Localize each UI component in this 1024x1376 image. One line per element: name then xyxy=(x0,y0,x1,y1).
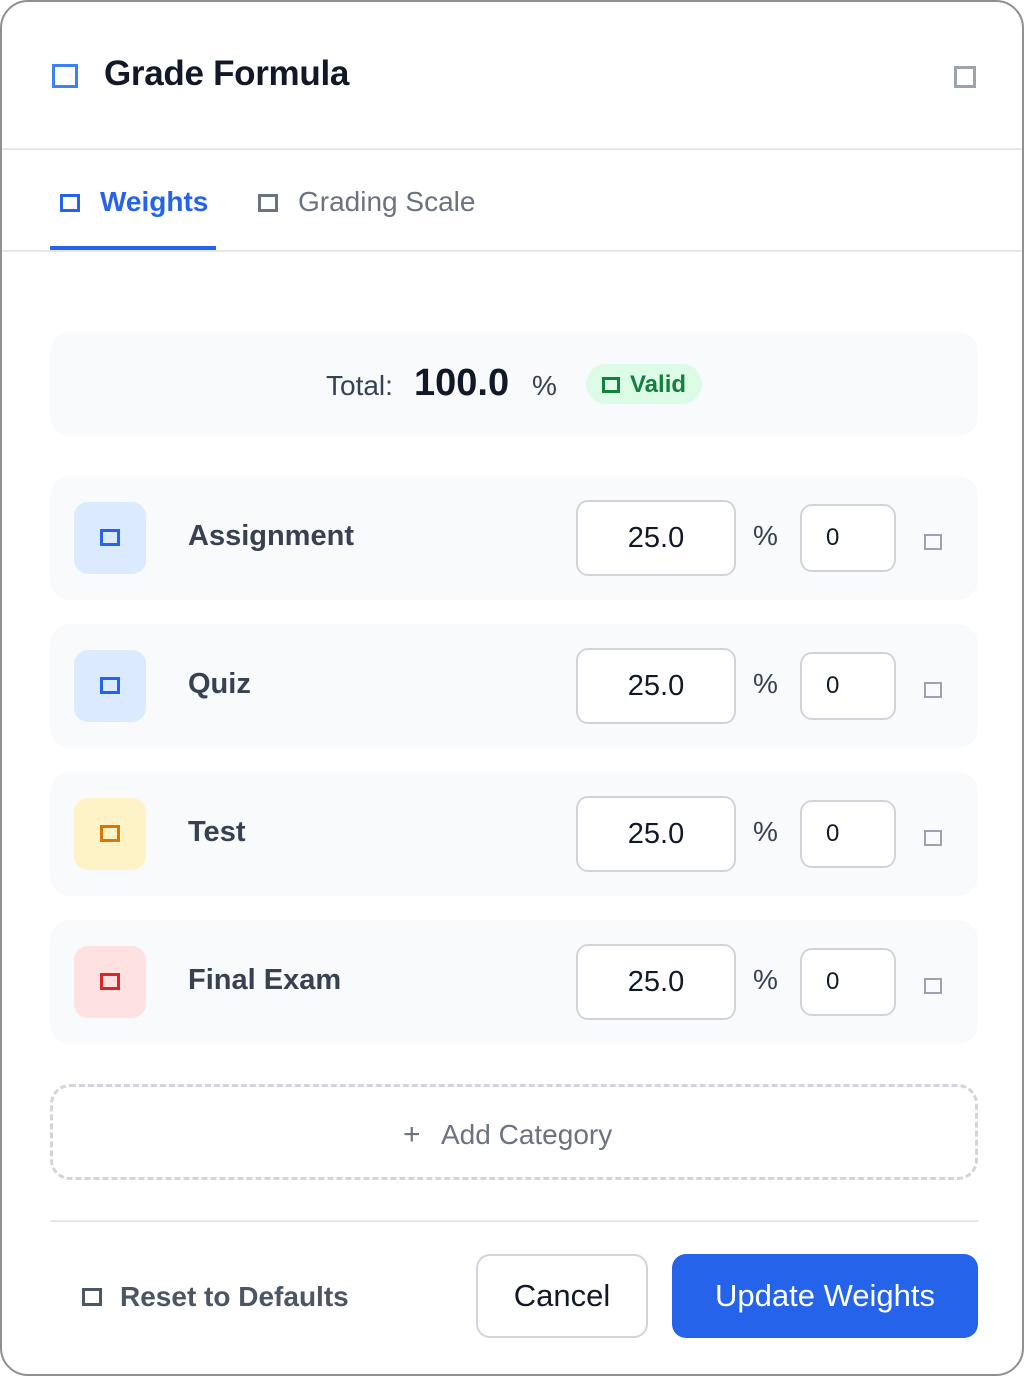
weight-input[interactable] xyxy=(576,944,736,1020)
category-row: Test % xyxy=(50,772,978,896)
tab-grading-scale-label: Grading Scale xyxy=(298,186,476,217)
footer-divider xyxy=(50,1220,978,1222)
category-name: Test xyxy=(188,816,246,848)
delete-icon[interactable] xyxy=(924,830,942,846)
tab-bar: Weights Grading Scale xyxy=(2,152,1022,252)
cancel-button[interactable]: Cancel xyxy=(476,1254,648,1338)
category-swatch xyxy=(74,798,146,870)
category-name: Quiz xyxy=(188,668,251,700)
plus-icon: + xyxy=(403,1118,421,1151)
close-icon[interactable] xyxy=(954,66,976,88)
reset-label: Reset to Defaults xyxy=(120,1281,349,1312)
percent-label: % xyxy=(753,520,778,551)
category-name: Final Exam xyxy=(188,964,342,996)
tab-weights[interactable]: Weights xyxy=(50,152,216,250)
tab-weights-label: Weights xyxy=(100,186,209,217)
percent-label: % xyxy=(753,816,778,847)
category-swatch xyxy=(74,650,146,722)
dialog-title: Grade Formula xyxy=(104,54,350,93)
delete-icon[interactable] xyxy=(924,682,942,698)
dialog-header: Grade Formula xyxy=(2,2,1022,150)
formula-icon xyxy=(52,64,78,88)
category-swatch xyxy=(74,502,146,574)
grade-formula-dialog: Grade Formula Weights Grading Scale Tota… xyxy=(0,0,1024,1376)
drop-lowest-input[interactable] xyxy=(800,652,896,720)
total-value: 100.0 xyxy=(414,362,510,404)
total-summary: Total: 100.0 % Valid xyxy=(50,332,978,436)
delete-icon[interactable] xyxy=(924,978,942,994)
check-icon xyxy=(602,377,620,393)
add-category-button[interactable]: + Add Category xyxy=(50,1084,978,1180)
category-swatch xyxy=(74,946,146,1018)
percent-label: % xyxy=(753,668,778,699)
category-icon xyxy=(100,677,120,694)
reset-icon xyxy=(82,1288,102,1306)
delete-icon[interactable] xyxy=(924,534,942,550)
weight-input[interactable] xyxy=(576,796,736,872)
total-label: Total: xyxy=(326,370,393,401)
category-icon xyxy=(100,825,120,842)
status-badge: Valid xyxy=(586,364,702,404)
weight-input[interactable] xyxy=(576,648,736,724)
update-weights-button[interactable]: Update Weights xyxy=(672,1254,978,1338)
category-row: Final Exam % xyxy=(50,920,978,1044)
category-icon xyxy=(100,529,120,546)
reset-defaults-button[interactable]: Reset to Defaults xyxy=(72,1272,362,1322)
status-text: Valid xyxy=(630,371,687,398)
scale-icon xyxy=(60,194,80,212)
category-row: Assignment % xyxy=(50,476,978,600)
drop-lowest-input[interactable] xyxy=(800,800,896,868)
drop-lowest-input[interactable] xyxy=(800,948,896,1016)
list-icon xyxy=(258,194,278,212)
category-name: Assignment xyxy=(188,520,354,552)
tab-grading-scale[interactable]: Grading Scale xyxy=(250,152,500,250)
percent-label: % xyxy=(753,964,778,995)
category-row: Quiz % xyxy=(50,624,978,748)
category-icon xyxy=(100,973,120,990)
add-category-label: Add Category xyxy=(441,1119,613,1150)
total-unit: % xyxy=(532,370,557,401)
weight-input[interactable] xyxy=(576,500,736,576)
drop-lowest-input[interactable] xyxy=(800,504,896,572)
